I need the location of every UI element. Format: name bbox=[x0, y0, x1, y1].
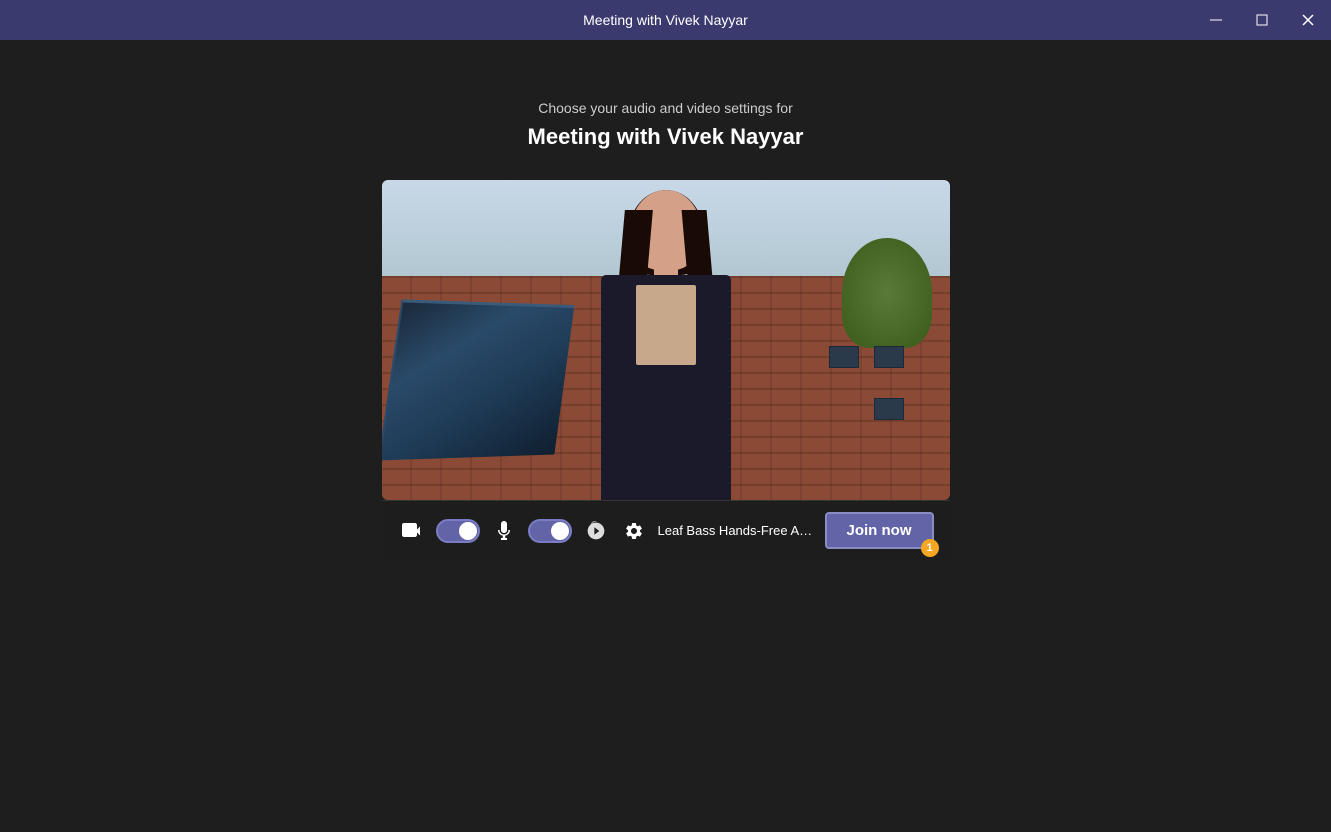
titlebar: Meeting with Vivek Nayyar bbox=[0, 0, 1331, 40]
video-preview bbox=[382, 180, 950, 500]
building-window-2 bbox=[829, 346, 859, 368]
device-label: Leaf Bass Hands-Free AG Au... bbox=[658, 523, 815, 538]
main-content: Choose your audio and video settings for… bbox=[0, 40, 1331, 560]
close-button[interactable] bbox=[1285, 0, 1331, 40]
settings-subtitle: Choose your audio and video settings for bbox=[538, 100, 793, 116]
glass-building bbox=[382, 299, 575, 460]
camera-icon bbox=[398, 517, 426, 545]
minimize-button[interactable] bbox=[1193, 0, 1239, 40]
meeting-title: Meeting with Vivek Nayyar bbox=[528, 124, 804, 150]
person-figure bbox=[556, 190, 776, 500]
titlebar-title: Meeting with Vivek Nayyar bbox=[583, 12, 748, 28]
titlebar-controls bbox=[1193, 0, 1331, 40]
tree bbox=[842, 238, 932, 348]
join-now-button[interactable]: Join now bbox=[825, 512, 934, 549]
video-scene bbox=[382, 180, 950, 500]
audio-toggle[interactable] bbox=[528, 519, 572, 543]
video-toggle[interactable] bbox=[436, 519, 480, 543]
controls-bar: Leaf Bass Hands-Free AG Au... Join now 1 bbox=[382, 500, 950, 560]
audio-toggle-knob bbox=[551, 522, 569, 540]
building-window-1 bbox=[874, 346, 904, 368]
notification-badge: 1 bbox=[921, 539, 939, 557]
person-shirt bbox=[636, 285, 696, 365]
maximize-button[interactable] bbox=[1239, 0, 1285, 40]
settings-icon[interactable] bbox=[620, 517, 648, 545]
video-toggle-knob bbox=[459, 522, 477, 540]
building-window-3 bbox=[874, 398, 904, 420]
noise-cancellation-icon[interactable] bbox=[582, 517, 610, 545]
mic-icon bbox=[490, 517, 518, 545]
join-button-wrapper: Join now 1 bbox=[825, 512, 934, 549]
